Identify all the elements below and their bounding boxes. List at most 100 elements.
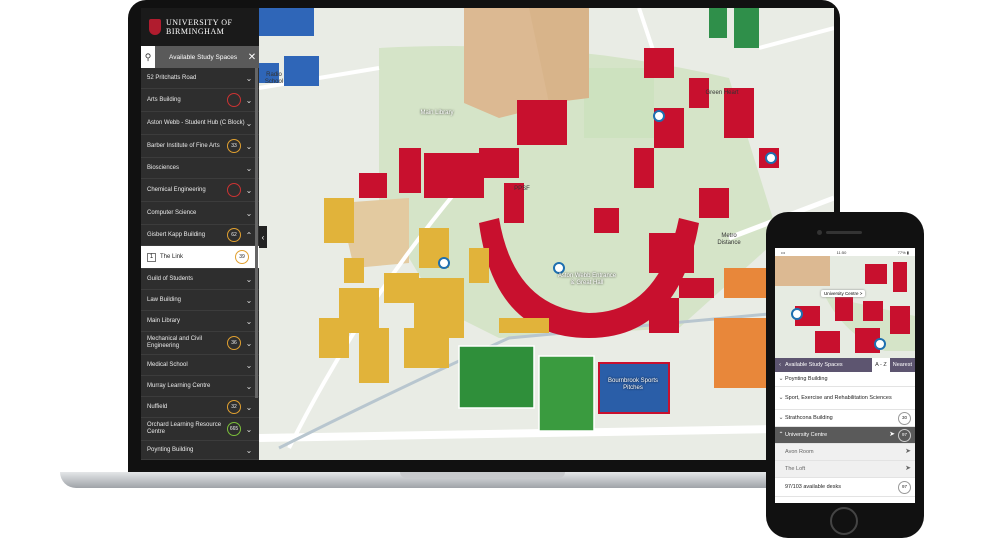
room-item[interactable]: 1 The Link 39: [141, 246, 259, 269]
chevron-down-icon[interactable]: ⌄: [245, 446, 253, 454]
building-item[interactable]: 52 Pritchatts Road ⌄: [141, 68, 259, 89]
walking-icon[interactable]: ➤: [905, 465, 911, 473]
map-label-bournbrook: Bournbrook Sports Pitches: [607, 378, 659, 391]
building-name: Chemical Engineering: [147, 186, 206, 193]
availability-ring: 32: [227, 400, 241, 414]
building-item[interactable]: Arts Building ⌄: [141, 89, 259, 112]
desk-availability: 97/103 available desks: [785, 483, 841, 490]
building-name: Gisbert Kapp Building: [147, 231, 206, 238]
building-name: Aston Webb - Student Hub (C Block): [147, 119, 245, 126]
building-name: Law Building: [147, 296, 182, 303]
chevron-down-icon[interactable]: ⌄: [245, 186, 253, 194]
tab-nearest[interactable]: Nearest: [890, 358, 915, 372]
availability-ring: 665: [227, 422, 241, 436]
walking-icon[interactable]: ➤: [905, 448, 911, 456]
building-item[interactable]: Guild of Students ⌄: [141, 269, 259, 290]
building-name: 52 Pritchatts Road: [147, 74, 197, 81]
building-name: Sport, Exercise and Rehabilitation Scien…: [785, 394, 892, 401]
sidebar: UNIVERSITY OF BIRMINGHAM ⚲ Available Stu…: [141, 8, 259, 460]
collapse-sidebar-button[interactable]: ‹: [259, 226, 267, 248]
chevron-down-icon[interactable]: ⌄: [245, 361, 253, 369]
campus-map[interactable]: Main Library Green Heart Aston Webb Entr…: [258, 8, 834, 460]
phone-map-svg: [775, 256, 915, 358]
building-item[interactable]: Law Building ⌄: [141, 290, 259, 311]
university-logo: UNIVERSITY OF BIRMINGHAM: [166, 18, 232, 36]
map-label-main-library: Main Library: [420, 110, 454, 116]
chevron-down-icon[interactable]: ⌄: [245, 403, 253, 411]
map-label-aston-webb: Aston Webb Entrance & Great Hall: [557, 273, 617, 286]
building-list: 52 Pritchatts Road ⌄ Arts Building ⌄ Aston…: [141, 68, 259, 460]
building-name: Biosciences: [147, 164, 180, 171]
chevron-down-icon: ⌄: [778, 394, 784, 401]
availability-ring: 62: [227, 228, 241, 242]
building-name: Medical School: [147, 361, 188, 368]
building-item[interactable]: Nuffield 32 ⌄: [141, 397, 259, 418]
map-label-green-heart: Green Heart: [705, 90, 739, 96]
availability-ring: [227, 93, 241, 107]
building-item[interactable]: Biosciences ⌄: [141, 158, 259, 179]
chevron-down-icon[interactable]: ⌄: [245, 339, 253, 347]
chevron-down-icon[interactable]: ⌄: [245, 425, 253, 433]
blue-building: [259, 8, 314, 36]
phone-map[interactable]: University Centre >: [775, 256, 915, 358]
phone-building-item[interactable]: ⌄ Poynting Building: [775, 372, 915, 387]
chevron-down-icon[interactable]: ⌄: [245, 164, 253, 172]
building-item[interactable]: Murray Learning Centre ⌄: [141, 376, 259, 397]
building-name: Poynting Building: [785, 375, 828, 382]
building-item[interactable]: Aston Webb - Student Hub (C Block) ⌄: [141, 112, 259, 135]
building-name: Computer Science: [147, 209, 197, 216]
building-name: Main Library: [147, 317, 181, 324]
search-bar[interactable]: ⚲ Available Study Spaces ✕: [141, 46, 259, 68]
phone-building-item[interactable]: ⌄ Strathcona Building 30: [775, 410, 915, 427]
building-item[interactable]: Main Library ⌄: [141, 311, 259, 332]
back-icon[interactable]: ‹: [775, 362, 785, 368]
availability-count: 30: [898, 411, 911, 425]
room-item[interactable]: 97/103 available desks 97: [775, 478, 915, 497]
blue-building: [284, 56, 319, 86]
tab-a-z[interactable]: A - Z: [872, 358, 890, 372]
chevron-up-icon: ⌃: [778, 431, 784, 438]
phone-header: ‹ Available Study Spaces A - Z Nearest: [775, 358, 915, 372]
chevron-down-icon[interactable]: ⌄: [245, 317, 253, 325]
sidebar-header: UNIVERSITY OF BIRMINGHAM: [141, 8, 259, 46]
building-item[interactable]: Barber Institute of Fine Arts 33 ⌄: [141, 135, 259, 158]
speaker-icon: [826, 231, 862, 234]
building-item[interactable]: Poynting Building ⌄: [141, 441, 259, 460]
chevron-down-icon[interactable]: ⌄: [245, 96, 253, 104]
chevron-down-icon[interactable]: ⌄: [245, 209, 253, 217]
chevron-down-icon[interactable]: ⌄: [245, 382, 253, 390]
search-label: Available Study Spaces: [169, 53, 238, 61]
building-item[interactable]: Medical School ⌄: [141, 355, 259, 376]
building-item[interactable]: Orchard Learning Resource Centre 665 ⌄: [141, 418, 259, 441]
logo-line-2: BIRMINGHAM: [166, 27, 225, 36]
home-button[interactable]: [830, 507, 858, 535]
map-pin: [553, 262, 565, 274]
room-item[interactable]: The Loft ➤: [775, 461, 915, 478]
chevron-down-icon[interactable]: ⌄: [245, 74, 253, 82]
building-item[interactable]: Chemical Engineering ⌄: [141, 179, 259, 202]
phone-building-item[interactable]: ⌄ Sport, Exercise and Rehabilitation Scie…: [775, 387, 915, 410]
building-name: Guild of Students: [147, 275, 194, 282]
status-time: 11:50: [836, 249, 847, 255]
building-item[interactable]: Gisbert Kapp Building 62 ⌃: [141, 225, 259, 246]
chevron-down-icon[interactable]: ⌄: [245, 275, 253, 283]
green-heart-lawn: [584, 68, 654, 138]
building-item[interactable]: Computer Science ⌄: [141, 202, 259, 225]
map-label-ppsf: PPSF: [514, 186, 530, 192]
building-name: Nuffield: [147, 403, 168, 410]
chevron-down-icon[interactable]: ⌄: [245, 296, 253, 304]
chevron-up-icon[interactable]: ⌃: [245, 231, 253, 239]
map-popup[interactable]: University Centre >: [821, 290, 866, 297]
map-label-metro: Metro Distance: [717, 233, 741, 246]
chevron-down-icon[interactable]: ⌄: [245, 119, 253, 127]
phone-building-item-expanded[interactable]: ⌃ University Centre ➤ 97: [775, 427, 915, 444]
sidebar-scrollbar[interactable]: [255, 68, 258, 398]
building-name: Murray Learning Centre: [147, 382, 211, 389]
close-icon[interactable]: ✕: [245, 52, 259, 63]
availability-ring: [227, 183, 241, 197]
search-icon[interactable]: ⚲: [141, 46, 155, 68]
chevron-down-icon[interactable]: ⌄: [245, 142, 253, 150]
building-item[interactable]: Mechanical and Civil Engineering 36 ⌄: [141, 332, 259, 355]
room-item[interactable]: Avon Room ➤: [775, 444, 915, 461]
walking-icon[interactable]: ➤: [889, 431, 895, 439]
